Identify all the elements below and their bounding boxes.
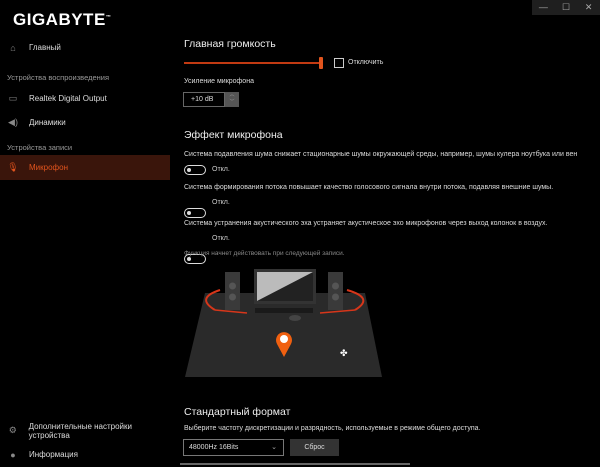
effect-note: Функция начнет действовать при следующей…	[184, 250, 345, 257]
beamforming-toggle[interactable]	[184, 208, 206, 218]
gear-icon: ⚙	[8, 425, 17, 435]
sidebar-item-label: Дополнительные настройки устройства	[28, 421, 132, 440]
playback-section-label: Устройства воспроизведения	[7, 73, 110, 82]
record-section-label: Устройства записи	[7, 143, 73, 152]
sidebar-item-label: Информация	[29, 450, 78, 459]
desk-microphone-icon	[289, 315, 301, 321]
close-button[interactable]: ✕	[577, 0, 600, 15]
sidebar-item-home[interactable]: ⌂ Главный	[0, 35, 170, 60]
speaker-right-icon	[328, 272, 343, 310]
window-controls: — ☐ ✕	[532, 0, 600, 15]
mute-label: Отключить	[348, 59, 384, 66]
format-select-value: 48000Hz 16Bits	[189, 444, 239, 451]
sidebar-item-label: Динамики	[29, 118, 66, 127]
info-icon: ●	[10, 449, 16, 460]
chevron-down-icon[interactable]: ﹀	[225, 99, 239, 106]
effect-title: Эффект микрофона	[184, 129, 283, 141]
mute-checkbox[interactable]	[334, 58, 344, 68]
toggle-state: Откл.	[212, 199, 230, 206]
format-title: Стандартный формат	[184, 406, 291, 418]
digital-output-icon: ▭	[8, 93, 18, 103]
noise-suppression-desc: Система подавления шума снижает стациона…	[184, 151, 578, 158]
speaker-left-icon	[225, 272, 240, 310]
minimize-button[interactable]: —	[532, 0, 555, 15]
sidebar-item-info[interactable]: ● Информация	[0, 442, 170, 467]
chevron-down-icon: ⌄	[271, 444, 277, 451]
format-select[interactable]: 48000Hz 16Bits ⌄	[183, 439, 284, 456]
toggle-state: Откл.	[212, 235, 230, 242]
sidebar-item-microphone[interactable]: 🎙 Микрофон	[0, 155, 170, 180]
chevron-up-icon[interactable]: ︿	[225, 92, 239, 99]
sidebar-item-advanced[interactable]: ⚙ Дополнительные настройки устройства	[0, 418, 170, 443]
boost-stepper[interactable]: ︿ ﹀	[225, 92, 239, 107]
fan-icon: ✤	[340, 348, 348, 358]
echo-cancellation-desc: Система устранения акустического эха уст…	[184, 220, 548, 227]
toggle-state: Откл.	[212, 166, 230, 173]
boost-label: Усиление микрофона	[184, 78, 254, 85]
beamforming-desc: Система формирования потока повышает кач…	[184, 184, 554, 191]
noise-suppression-toggle[interactable]	[184, 165, 206, 175]
sidebar-item-label: Realtek Digital Output	[29, 94, 107, 103]
speaker-icon: ◀)	[8, 117, 18, 127]
microphone-icon: 🎙	[7, 162, 19, 172]
sidebar-item-realtek[interactable]: ▭ Realtek Digital Output	[0, 86, 170, 111]
gigabyte-logo: GIGABYTE™	[13, 10, 112, 29]
microphone-illustration: ✤	[185, 269, 382, 377]
boost-input[interactable]: +10 dB	[183, 92, 225, 107]
sidebar-item-label: Микрофон	[29, 163, 68, 172]
volume-title: Главная громкость	[184, 38, 276, 50]
maximize-button[interactable]: ☐	[555, 0, 578, 15]
sidebar-item-label: Главный	[29, 43, 61, 52]
format-desc: Выберите частоту дискретизации и разрядн…	[184, 425, 481, 432]
sidebar-item-speakers[interactable]: ◀) Динамики	[0, 110, 170, 135]
volume-slider-thumb[interactable]	[319, 57, 323, 69]
volume-slider[interactable]	[184, 62, 322, 64]
reset-button[interactable]: Сброс	[290, 439, 339, 456]
logo-text: GIGABYTE	[13, 10, 106, 29]
home-icon: ⌂	[10, 42, 16, 53]
